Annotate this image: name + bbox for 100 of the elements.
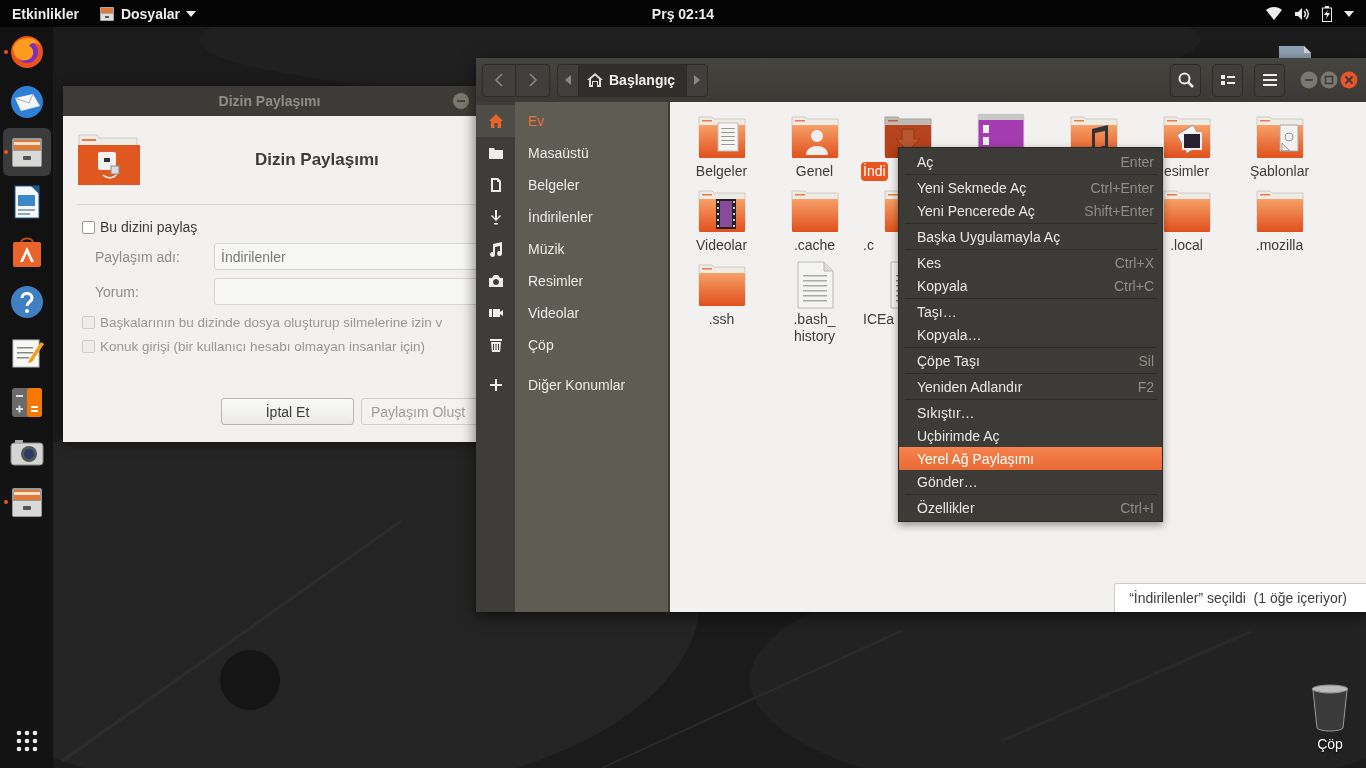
menu-item[interactable]: Kopyala Ctrl+C <box>899 274 1162 297</box>
path-right-button[interactable] <box>686 63 709 97</box>
shortcut-text: Ctrl+X <box>1114 254 1154 271</box>
menu-icon <box>1262 74 1277 86</box>
file-name[interactable]: Belgeler <box>682 162 761 181</box>
camera-icon <box>487 273 504 289</box>
minimize-icon[interactable] <box>1300 71 1318 89</box>
menu-item[interactable]: Kes Ctrl+X <box>899 251 1162 274</box>
help-icon <box>8 284 45 320</box>
volume-icon[interactable] <box>1294 6 1310 21</box>
drawer-icon <box>98 5 115 22</box>
globe-icon <box>8 34 45 70</box>
clock[interactable]: Prş 02:14 <box>651 5 715 22</box>
trash-label: Çöp <box>1317 736 1343 752</box>
trash-icon <box>487 337 504 353</box>
documents-folder-icon <box>697 115 746 161</box>
plus-icon <box>487 377 504 393</box>
search-icon <box>1177 72 1194 88</box>
minimize-icon[interactable] <box>453 93 469 109</box>
caret-icon[interactable] <box>1344 10 1354 17</box>
envelope-icon <box>8 84 45 120</box>
file-name[interactable]: .cache <box>775 236 854 255</box>
dialog-heading: Dizin Paylaşımı <box>255 150 379 170</box>
window-title: Dizin Paylaşımı <box>218 93 321 109</box>
checkbox-label: Konuk girişi (bir kullanıcı hesabı olmayan insanlar için) <box>100 339 425 354</box>
home-icon <box>487 113 504 129</box>
file-name[interactable]: Genel <box>775 162 854 181</box>
forward-icon <box>527 73 538 87</box>
menu-item[interactable]: Taşı… <box>899 300 1162 323</box>
sidebar-item[interactable]: İndirilenler <box>476 201 668 233</box>
shortcut-text: Shift+Enter <box>1084 202 1154 219</box>
sidebar-item[interactable]: Diğer Konumlar <box>476 369 668 401</box>
shortcut-text: Sil <box>1138 352 1154 369</box>
checkbox-label: Bu dizini paylaş <box>100 219 198 235</box>
menu-item[interactable]: Kopyala… <box>899 323 1162 346</box>
menu-item[interactable]: Gönder… <box>899 470 1162 493</box>
folder-icon <box>1162 189 1211 235</box>
caret-icon[interactable] <box>186 10 197 17</box>
maximize-icon[interactable] <box>1320 71 1338 89</box>
back-icon <box>494 73 504 87</box>
forward-button[interactable] <box>516 63 550 97</box>
menu-item[interactable]: Yeni Pencerede Aç Shift+Enter <box>899 199 1162 222</box>
text-file-icon <box>794 261 835 309</box>
file-name[interactable]: .c <box>861 236 876 255</box>
status-popup: “İndirilenler” seçildi (1 öğe içeriyor) <box>1114 583 1366 612</box>
checkbox[interactable] <box>82 220 95 234</box>
view-options-button[interactable] <box>1212 63 1243 97</box>
file-name[interactable]: .mozilla <box>1240 236 1319 255</box>
file-name[interactable]: Şablonlar <box>1240 162 1319 181</box>
menu-item[interactable]: Başka Uygulamayla Aç <box>899 225 1162 248</box>
desktop-icon <box>487 145 504 161</box>
sidebar-item[interactable]: Müzik <box>476 233 668 265</box>
trash-icon[interactable] <box>1310 684 1350 732</box>
menu-item[interactable]: Yeni Sekmede Aç Ctrl+Enter <box>899 176 1162 199</box>
path-left-button[interactable] <box>557 63 579 97</box>
file-name[interactable]: ICEa <box>861 310 897 329</box>
folder-icon <box>790 189 839 235</box>
shortcut-text: F2 <box>1137 378 1154 395</box>
file-name[interactable]: Videolar <box>682 236 761 255</box>
home-icon <box>587 73 603 87</box>
folder-icon <box>697 263 746 309</box>
shortcut-text: Ctrl+I <box>1120 499 1154 516</box>
sidebar-item[interactable]: Çöp <box>476 329 668 361</box>
file-name[interactable]: .bash_ history <box>775 310 854 346</box>
menu-item[interactable]: Sıkıştır… <box>899 401 1162 424</box>
triangle-right-icon <box>694 75 701 85</box>
templates-folder-icon <box>1255 115 1304 161</box>
shortcut-text: Ctrl+Enter <box>1090 179 1154 196</box>
app-menu-button[interactable]: Dosyalar <box>120 5 181 22</box>
shortcut-text: Ctrl+C <box>1113 277 1154 294</box>
videos-folder-icon <box>697 189 746 235</box>
menu-item[interactable]: Uçbirimde Aç <box>899 424 1162 447</box>
dock-button[interactable] <box>2 128 51 176</box>
menu-item[interactable]: Yeniden Adlandır F2 <box>899 375 1162 398</box>
list-icon <box>1220 74 1235 86</box>
back-button[interactable] <box>482 63 516 97</box>
file-name[interactable]: .ssh <box>682 310 761 329</box>
battery-icon[interactable] <box>1322 5 1332 22</box>
field-label: Yorum: <box>95 283 140 300</box>
folder-icon <box>1255 189 1304 235</box>
sidebar-item[interactable]: Videolar <box>476 297 668 329</box>
search-button[interactable] <box>1170 63 1201 97</box>
shortcut-text: Enter <box>1120 153 1154 170</box>
menu-item[interactable]: Özellikler Ctrl+I <box>899 496 1162 519</box>
menu-item[interactable]: Çöpe Taşı Sil <box>899 349 1162 372</box>
close-icon[interactable] <box>1340 71 1358 89</box>
menu-button[interactable] <box>1254 63 1285 97</box>
sidebar-item[interactable]: Belgeler <box>476 169 668 201</box>
file-name[interactable]: İndi <box>861 162 888 181</box>
path-button[interactable]: Başlangıç <box>579 63 687 97</box>
music-icon <box>487 241 504 257</box>
sidebar-item[interactable]: Resimler <box>476 265 668 297</box>
sidebar-item[interactable]: Masaüstü <box>476 137 668 169</box>
field-label: Paylaşım adı: <box>95 248 181 265</box>
public-folder-icon <box>790 115 839 161</box>
cancel-button[interactable]: İptal Et <box>221 398 354 425</box>
activities-button[interactable]: Etkinlikler <box>12 5 79 22</box>
menu-item[interactable]: Aç Enter <box>899 150 1162 173</box>
wifi-icon[interactable] <box>1266 6 1282 21</box>
triangle-left-icon <box>565 75 571 85</box>
